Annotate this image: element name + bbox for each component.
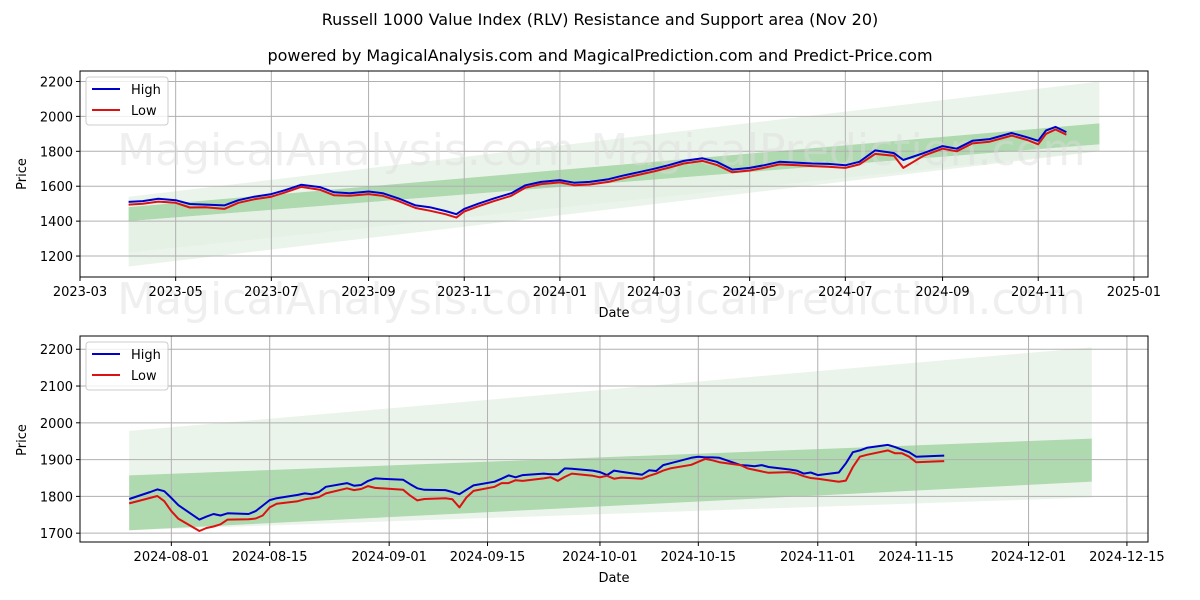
x-tick-label: 2024-07: [818, 285, 872, 300]
bottom-chart: 2024-08-01 2024-08-15 2024-09-01 2024-09-15…: [15, 335, 1165, 586]
x-tick-label: 2024-03: [627, 285, 681, 300]
x-tick-label: 2023-07: [244, 285, 298, 300]
legend-high-label: High: [131, 83, 161, 98]
y-tick-label: 1200: [40, 250, 73, 265]
bottom-chart-legend: High Low: [85, 341, 169, 391]
x-tick-label: 2024-10-01: [562, 550, 638, 565]
top-chart-ylabel: Price: [15, 158, 30, 190]
bottom-chart-ylabel: Price: [15, 424, 30, 456]
y-tick-label: 2100: [40, 380, 73, 395]
x-tick-label: 2023-11: [437, 285, 491, 300]
watermark-analysis: MagicalAnalysis.com: [117, 125, 575, 176]
y-tick-label: 1900: [40, 454, 73, 469]
x-tick-label: 2025-01: [1107, 285, 1161, 300]
y-tick-label: 2200: [40, 75, 73, 90]
y-tick-label: 1800: [40, 490, 73, 505]
y-tick-label: 1600: [40, 180, 73, 195]
x-tick-label: 2024-05: [722, 285, 776, 300]
chart-canvas: MagicalAnalysis.com MagicalPrediction.co…: [15, 70, 1165, 586]
y-tick-label: 1400: [40, 215, 73, 230]
bottom-chart-bands: [129, 347, 1092, 531]
x-tick-label: 2024-12-01: [991, 550, 1067, 565]
bottom-chart-xlabel: Date: [598, 571, 629, 586]
x-tick-label: 2024-01: [533, 285, 587, 300]
x-tick-label: 2023-09: [341, 285, 395, 300]
legend-low-label: Low: [131, 369, 157, 384]
x-tick-label: 2024-12-15: [1089, 550, 1165, 565]
y-tick-label: 2000: [40, 417, 73, 432]
x-tick-label: 2024-09: [915, 285, 969, 300]
x-tick-label: 2024-09-01: [351, 550, 427, 565]
x-tick-label: 2024-11-15: [878, 550, 954, 565]
x-tick-label: 2023-05: [149, 285, 203, 300]
top-chart-legend: High Low: [85, 76, 169, 126]
x-tick-label: 2024-08-15: [232, 550, 308, 565]
top-chart-xlabel: Date: [598, 306, 629, 321]
y-tick-label: 1800: [40, 145, 73, 160]
x-tick-label: 2024-09-15: [450, 550, 526, 565]
top-chart: MagicalAnalysis.com MagicalPrediction.co…: [15, 70, 1161, 325]
legend-low-label: Low: [131, 104, 157, 119]
x-tick-label: 2024-08-01: [134, 550, 210, 565]
x-tick-label: 2023-03: [53, 285, 107, 300]
x-tick-label: 2024-10-15: [661, 550, 737, 565]
y-tick-label: 2000: [40, 110, 73, 125]
x-tick-label: 2024-11: [1011, 285, 1065, 300]
y-tick-label: 2200: [40, 343, 73, 358]
x-tick-label: 2024-11-01: [780, 550, 856, 565]
y-tick-label: 1700: [40, 527, 73, 542]
legend-high-label: High: [131, 348, 161, 363]
